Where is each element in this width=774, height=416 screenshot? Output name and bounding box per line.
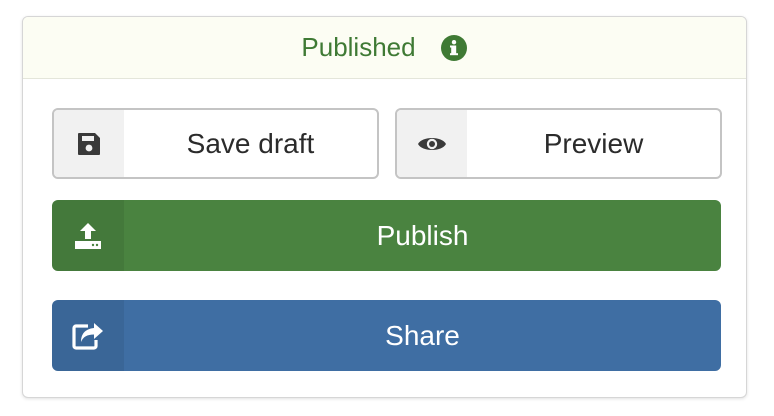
upload-icon	[52, 200, 124, 271]
share-label: Share	[385, 319, 460, 351]
eye-icon	[397, 110, 467, 177]
status-header: Published	[23, 17, 746, 79]
secondary-actions-row: Save draft Preview	[52, 108, 722, 179]
publish-button[interactable]: Publish	[52, 200, 721, 271]
publish-label: Publish	[376, 219, 469, 251]
preview-button[interactable]: Preview	[395, 108, 722, 179]
share-icon	[52, 300, 124, 371]
info-icon[interactable]	[440, 34, 468, 62]
publish-row: Publish	[52, 200, 721, 271]
save-draft-label: Save draft	[186, 127, 315, 159]
floppy-disk-icon	[54, 110, 124, 177]
status-label: Published	[301, 32, 416, 62]
share-button[interactable]: Share	[52, 300, 721, 371]
share-row: Share	[52, 300, 721, 371]
publish-panel: Published Save draft Preview Publish Sha…	[22, 16, 747, 398]
preview-label: Preview	[543, 127, 644, 159]
save-draft-button[interactable]: Save draft	[52, 108, 379, 179]
